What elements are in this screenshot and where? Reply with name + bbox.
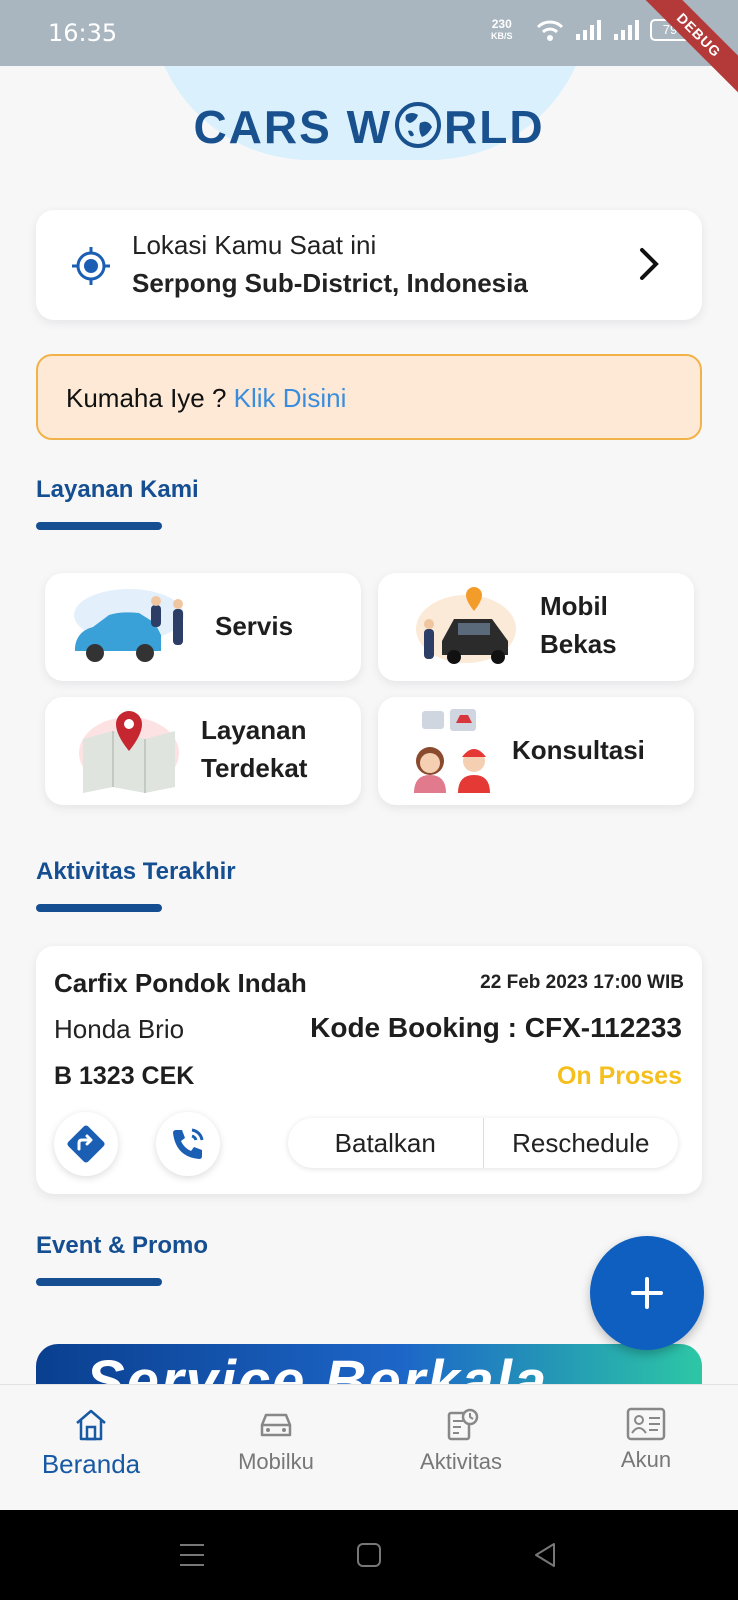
plus-icon: [631, 1277, 663, 1309]
network-speed: 230 KB/S: [491, 17, 513, 41]
app-logo: CARS W RLD: [193, 101, 545, 153]
add-button[interactable]: [590, 1236, 704, 1350]
nav-item-akun[interactable]: Akun: [561, 1407, 731, 1473]
directions-button[interactable]: [54, 1112, 118, 1176]
home-icon: [76, 1409, 106, 1441]
bottom-navigation: Beranda Mobilku Aktivitas Akun: [0, 1384, 738, 1510]
car-model: Honda Brio: [54, 1014, 185, 1044]
event-banner[interactable]: Service Berkala: [36, 1344, 702, 1388]
service-tile-servis[interactable]: Servis: [45, 573, 361, 681]
section-title-activity: Aktivitas Terakhir: [36, 858, 236, 885]
section-title-services: Layanan Kami: [36, 476, 199, 503]
section-underline: [36, 1278, 162, 1286]
service-tile-konsultasi[interactable]: Konsultasi: [378, 697, 694, 805]
service-tile-mobil-bekas[interactable]: Mobil Bekas: [378, 573, 694, 681]
gps-target-icon: [72, 247, 110, 285]
booking-datetime: 22 Feb 2023 17:00 WIB: [480, 972, 684, 993]
location-card[interactable]: Lokasi Kamu Saat ini Serpong Sub-Distric…: [36, 210, 702, 320]
chevron-right-icon[interactable]: [638, 246, 660, 282]
info-banner: Kumaha Iye ? Klik Disini: [36, 354, 702, 440]
plate-number: B 1323 CEK: [54, 1062, 195, 1090]
nav-item-aktivitas[interactable]: Aktivitas: [376, 1407, 546, 1475]
signal-icon-2: [614, 20, 639, 40]
booking-code: Kode Booking : CFX-112233: [310, 1012, 682, 1043]
location-label: Lokasi Kamu Saat ini: [132, 230, 377, 260]
tile-label: Layanan Terdekat: [201, 715, 308, 783]
car-repair-illustration-icon: [74, 589, 184, 662]
reschedule-button[interactable]: Reschedule: [482, 1118, 679, 1168]
directions-icon: [67, 1125, 105, 1163]
phone-call-icon: [173, 1128, 204, 1159]
activity-icon: [447, 1408, 479, 1441]
signal-icon: [576, 20, 601, 40]
nav-item-beranda[interactable]: Beranda: [6, 1407, 176, 1480]
home-button-icon[interactable]: [356, 1542, 382, 1568]
tile-label: Servis: [215, 611, 294, 641]
debug-banner: DEBUG: [629, 0, 738, 105]
nav-item-mobilku[interactable]: Mobilku: [191, 1407, 361, 1475]
used-car-illustration-icon: [416, 587, 516, 664]
status-badge: On Proses: [556, 1062, 682, 1090]
car-icon: [260, 1413, 292, 1437]
consultation-illustration-icon: [414, 709, 490, 793]
info-question: Kumaha Iye ?: [66, 383, 234, 413]
status-bar: 16:35 230 KB/S 79 DEBUG: [0, 0, 738, 105]
system-navigation-bar: [0, 1510, 738, 1600]
location-value: Serpong Sub-District, Indonesia: [132, 268, 528, 298]
workshop-name: Carfix Pondok Indah: [54, 968, 307, 998]
event-banner-text: Service Berkala: [86, 1349, 549, 1388]
map-pin-illustration-icon: [79, 711, 179, 793]
account-card-icon: [626, 1407, 666, 1441]
status-time: 16:35: [48, 19, 118, 47]
section-underline: [36, 904, 162, 912]
section-title-event: Event & Promo: [36, 1232, 209, 1259]
info-link[interactable]: Klik Disini: [234, 383, 347, 413]
cancel-button[interactable]: Batalkan: [288, 1118, 483, 1168]
service-tile-layanan-terdekat[interactable]: Layanan Terdekat: [45, 697, 361, 805]
globe-icon: [395, 102, 441, 148]
recents-icon[interactable]: [178, 1542, 206, 1568]
wifi-icon: [536, 20, 564, 41]
section-underline: [36, 522, 162, 530]
tile-label: Mobil Bekas: [540, 591, 617, 659]
tile-label: Konsultasi: [512, 735, 645, 765]
back-icon[interactable]: [532, 1542, 558, 1568]
call-button[interactable]: [156, 1112, 220, 1176]
activity-card[interactable]: Carfix Pondok Indah 22 Feb 2023 17:00 WI…: [36, 946, 702, 1194]
booking-actions: Batalkan Reschedule: [288, 1118, 678, 1168]
